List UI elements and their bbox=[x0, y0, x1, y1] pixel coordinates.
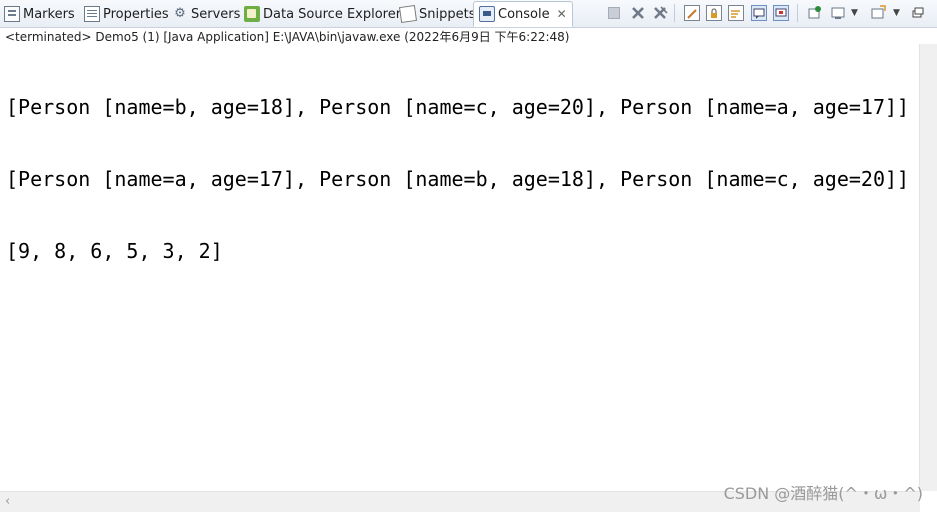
data-source-explorer-icon bbox=[244, 6, 260, 22]
view-tab-bar: Markers Properties ⚙ Servers Data Source… bbox=[0, 0, 937, 28]
tab-markers-label: Markers bbox=[23, 6, 75, 22]
console-line: [9, 8, 6, 5, 3, 2] bbox=[6, 239, 223, 263]
vertical-scrollbar[interactable] bbox=[919, 44, 937, 491]
open-console-icon[interactable] bbox=[870, 5, 886, 21]
snippets-icon bbox=[398, 4, 418, 24]
word-wrap-icon[interactable] bbox=[728, 5, 744, 21]
remove-all-terminated-icon[interactable] bbox=[652, 5, 668, 21]
remove-launch-icon[interactable] bbox=[630, 5, 646, 21]
show-console-stderr-icon[interactable] bbox=[773, 5, 789, 21]
show-console-stdout-icon[interactable] bbox=[751, 5, 767, 21]
tab-servers-label: Servers bbox=[191, 6, 241, 22]
tab-properties[interactable]: Properties bbox=[84, 2, 169, 26]
tab-data-source-explorer-label: Data Source Explorer bbox=[263, 6, 402, 22]
servers-icon: ⚙ bbox=[174, 6, 186, 21]
console-line: [Person [name=a, age=17], Person [name=b… bbox=[6, 167, 910, 191]
tab-console-label: Console bbox=[498, 6, 550, 22]
clear-console-icon[interactable] bbox=[684, 5, 700, 21]
markers-icon bbox=[4, 6, 20, 22]
minimize-icon[interactable] bbox=[910, 5, 926, 21]
console-line: [Person [name=b, age=18], Person [name=c… bbox=[6, 95, 910, 119]
tab-data-source-explorer[interactable]: Data Source Explorer bbox=[244, 2, 401, 26]
watermark: CSDN @酒醉猫(^・ω・^) bbox=[723, 484, 923, 503]
console-status: <terminated> Demo5 (1) [Java Application… bbox=[5, 30, 570, 44]
tab-markers[interactable]: Markers bbox=[4, 2, 75, 26]
display-selected-console-icon[interactable] bbox=[830, 5, 846, 21]
tab-properties-label: Properties bbox=[103, 6, 169, 22]
tab-snippets[interactable]: Snippets bbox=[398, 2, 476, 26]
tab-console[interactable]: Console ✕ bbox=[473, 1, 573, 27]
tab-snippets-label: Snippets bbox=[419, 6, 476, 22]
tab-servers[interactable]: ⚙ Servers bbox=[172, 2, 240, 26]
terminate-icon[interactable] bbox=[608, 7, 620, 19]
close-icon[interactable]: ✕ bbox=[557, 7, 567, 21]
toolbar-separator bbox=[797, 4, 798, 22]
pin-console-icon[interactable] bbox=[807, 5, 823, 21]
console-output[interactable]: [Person [name=b, age=18], Person [name=c… bbox=[6, 47, 909, 287]
scroll-left-icon[interactable]: ‹ bbox=[5, 494, 10, 509]
toolbar-separator bbox=[674, 4, 675, 22]
scroll-lock-icon[interactable] bbox=[706, 5, 722, 21]
properties-icon bbox=[84, 6, 100, 22]
console-icon bbox=[479, 6, 495, 22]
chevron-down-icon[interactable]: ▼ bbox=[851, 5, 867, 21]
chevron-down-icon[interactable]: ▼ bbox=[893, 5, 909, 21]
